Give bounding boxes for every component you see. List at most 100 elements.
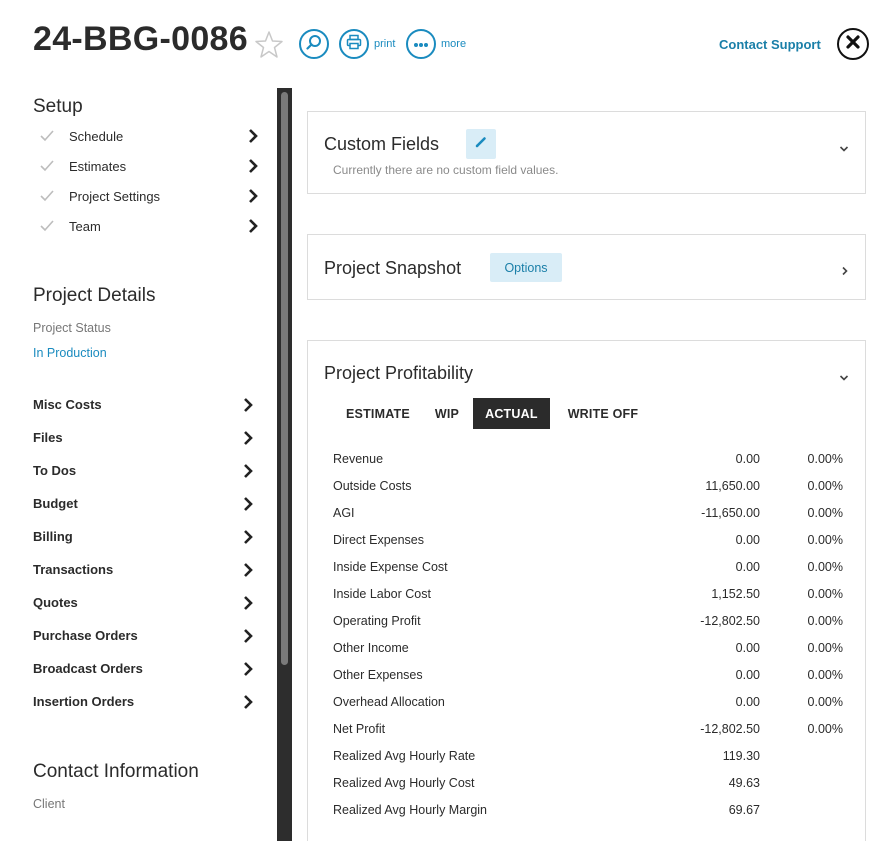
row-label: Operating Profit bbox=[333, 614, 421, 628]
sidebar: Setup Schedule Estimates Project Setting… bbox=[0, 88, 277, 841]
more-button[interactable] bbox=[406, 29, 436, 59]
nav-item-misc-costs[interactable]: Misc Costs bbox=[33, 392, 253, 418]
row-value: 69.67 bbox=[728, 803, 760, 817]
setup-heading: Setup bbox=[33, 96, 83, 117]
row-percent: 0.00% bbox=[807, 533, 843, 547]
row-label: Revenue bbox=[333, 452, 384, 466]
chevron-right-icon bbox=[243, 595, 253, 616]
row-label: Other Expenses bbox=[333, 668, 423, 682]
project-profitability-panel: Project Profitability ESTIMATE WIP ACTUA… bbox=[307, 340, 866, 841]
setup-item-label: Team bbox=[69, 219, 101, 234]
row-value: -12,802.50 bbox=[700, 722, 760, 736]
chevron-right-icon bbox=[243, 496, 253, 517]
nav-item-label: Misc Costs bbox=[33, 397, 102, 412]
chevron-right-icon bbox=[243, 430, 253, 451]
nav-item-label: Broadcast Orders bbox=[33, 661, 143, 676]
setup-item-label: Project Settings bbox=[69, 189, 161, 204]
nav-item-files[interactable]: Files bbox=[33, 425, 253, 451]
close-button[interactable] bbox=[837, 28, 869, 60]
nav-item-transactions[interactable]: Transactions bbox=[33, 557, 253, 583]
row-label: Outside Costs bbox=[333, 479, 412, 493]
chevron-right-icon bbox=[248, 128, 258, 149]
tab-wip[interactable]: WIP bbox=[422, 398, 473, 429]
check-icon bbox=[39, 219, 55, 238]
table-row: Realized Avg Hourly Cost 49.63 bbox=[333, 769, 843, 796]
row-percent: 0.00% bbox=[807, 587, 843, 601]
row-label: Inside Labor Cost bbox=[333, 587, 431, 601]
project-snapshot-title: Project Snapshot bbox=[324, 258, 462, 278]
custom-fields-title: Custom Fields bbox=[324, 134, 440, 154]
search-icon bbox=[306, 34, 322, 55]
row-label: Realized Avg Hourly Margin bbox=[333, 803, 488, 817]
nav-item-label: Insertion Orders bbox=[33, 694, 135, 709]
chevron-right-icon bbox=[248, 188, 258, 209]
row-label: Net Profit bbox=[333, 722, 386, 736]
tab-estimate[interactable]: ESTIMATE bbox=[334, 398, 422, 429]
row-percent: 0.00% bbox=[807, 614, 843, 628]
profitability-tabs: ESTIMATE WIP ACTUAL WRITE OFF bbox=[334, 398, 650, 429]
setup-item-estimates[interactable]: Estimates bbox=[33, 154, 258, 180]
print-link[interactable]: print bbox=[374, 38, 395, 50]
nav-item-broadcast-orders[interactable]: Broadcast Orders bbox=[33, 656, 253, 682]
project-status-value[interactable]: In Production bbox=[33, 346, 107, 360]
row-percent: 0.00% bbox=[807, 695, 843, 709]
setup-item-schedule[interactable]: Schedule bbox=[33, 124, 258, 150]
row-percent: 0.00% bbox=[807, 641, 843, 655]
table-row: Net Profit -12,802.50 0.00% bbox=[333, 715, 843, 742]
nav-item-quotes[interactable]: Quotes bbox=[33, 590, 253, 616]
contact-information-heading: Contact Information bbox=[33, 761, 199, 782]
nav-item-label: Quotes bbox=[33, 595, 78, 610]
project-details-heading: Project Details bbox=[33, 285, 156, 306]
tab-actual[interactable]: ACTUAL bbox=[473, 398, 550, 429]
chevron-right-icon bbox=[243, 628, 253, 649]
star-icon[interactable] bbox=[254, 30, 284, 60]
row-value: 0.00 bbox=[735, 641, 760, 655]
row-label: Realized Avg Hourly Cost bbox=[333, 776, 475, 790]
row-value: 49.63 bbox=[728, 776, 760, 790]
chevron-right-icon[interactable] bbox=[841, 263, 849, 281]
chevron-right-icon bbox=[243, 562, 253, 583]
row-value: 119.30 bbox=[722, 749, 760, 763]
nav-item-insertion-orders[interactable]: Insertion Orders bbox=[33, 689, 253, 715]
setup-item-team[interactable]: Team bbox=[33, 214, 258, 240]
table-row: Direct Expenses 0.00 0.00% bbox=[333, 526, 843, 553]
row-value: 0.00 bbox=[735, 560, 760, 574]
contact-support-link[interactable]: Contact Support bbox=[719, 37, 821, 52]
project-status-label: Project Status bbox=[33, 321, 111, 335]
sidebar-scrollbar-thumb[interactable] bbox=[281, 92, 288, 665]
edit-custom-fields-button[interactable] bbox=[466, 129, 496, 159]
nav-item-budget[interactable]: Budget bbox=[33, 491, 253, 517]
table-row: Realized Avg Hourly Margin 69.67 bbox=[333, 796, 843, 823]
row-value: 0.00 bbox=[735, 452, 760, 466]
more-link[interactable]: more bbox=[441, 38, 466, 50]
nav-item-purchase-orders[interactable]: Purchase Orders bbox=[33, 623, 253, 649]
nav-item-billing[interactable]: Billing bbox=[33, 524, 253, 550]
nav-item-label: Billing bbox=[33, 529, 73, 544]
chevron-down-icon[interactable] bbox=[839, 140, 849, 158]
setup-item-project-settings[interactable]: Project Settings bbox=[33, 184, 258, 210]
table-row: Revenue 0.00 0.00% bbox=[333, 445, 843, 472]
row-percent: 0.00% bbox=[807, 506, 843, 520]
table-row: AGI -11,650.00 0.00% bbox=[333, 499, 843, 526]
chevron-right-icon bbox=[243, 463, 253, 484]
print-button[interactable] bbox=[339, 29, 369, 59]
row-percent: 0.00% bbox=[807, 452, 843, 466]
snapshot-options-button[interactable]: Options bbox=[490, 253, 562, 282]
row-value: 1,152.50 bbox=[711, 587, 760, 601]
row-percent: 0.00% bbox=[807, 722, 843, 736]
table-row: Inside Labor Cost 1,152.50 0.00% bbox=[333, 580, 843, 607]
row-value: 0.00 bbox=[735, 668, 760, 682]
ellipsis-icon bbox=[413, 35, 429, 53]
chevron-right-icon bbox=[243, 694, 253, 715]
table-row: Outside Costs 11,650.00 0.00% bbox=[333, 472, 843, 499]
search-button[interactable] bbox=[299, 29, 329, 59]
nav-item-label: To Dos bbox=[33, 463, 77, 478]
chevron-down-icon[interactable] bbox=[839, 369, 849, 387]
nav-item-to-dos[interactable]: To Dos bbox=[33, 458, 253, 484]
row-label: Overhead Allocation bbox=[333, 695, 445, 709]
pencil-icon bbox=[475, 135, 487, 153]
check-icon bbox=[39, 129, 55, 148]
check-icon bbox=[39, 189, 55, 208]
row-value: -12,802.50 bbox=[700, 614, 760, 628]
tab-write-off[interactable]: WRITE OFF bbox=[550, 398, 651, 429]
